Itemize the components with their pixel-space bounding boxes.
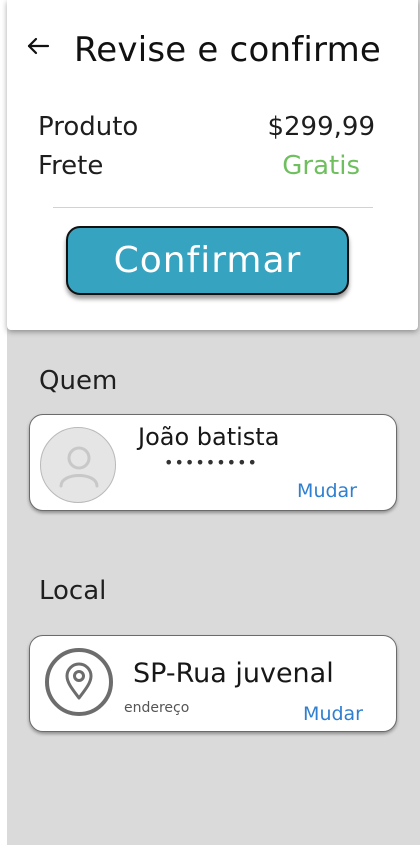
change-address-link[interactable]: Mudar xyxy=(303,703,363,725)
recipient-masked-detail: ••••••••• xyxy=(164,453,258,472)
map-pin-icon xyxy=(65,662,93,700)
recipient-name: João batista xyxy=(138,423,280,451)
address-subtitle: endereço xyxy=(124,700,190,716)
page-title: Revise e confirme xyxy=(74,30,382,70)
back-button[interactable] xyxy=(25,32,53,60)
address-title: SP-Rua juvenal xyxy=(133,658,334,689)
arrow-left-icon xyxy=(27,37,50,55)
who-section-label: Quem xyxy=(39,366,118,396)
avatar xyxy=(40,427,116,503)
shipping-label: Frete xyxy=(38,151,104,181)
summary-divider xyxy=(53,207,373,208)
location-badge xyxy=(45,648,113,716)
address-card: SP-Rua juvenal endereço Mudar xyxy=(29,635,397,732)
product-price: $299,99 xyxy=(267,112,375,142)
confirm-button[interactable]: Confirmar xyxy=(66,226,349,295)
recipient-card: João batista ••••••••• Mudar xyxy=(29,414,397,511)
change-recipient-link[interactable]: Mudar xyxy=(297,480,357,502)
shipping-value: Gratis xyxy=(282,151,360,181)
review-card: Revise e confirme Produto $299,99 Frete … xyxy=(7,0,418,330)
user-icon xyxy=(59,446,99,488)
place-section-label: Local xyxy=(39,576,107,606)
product-label: Produto xyxy=(38,112,139,142)
confirm-button-label: Confirmar xyxy=(113,240,302,281)
